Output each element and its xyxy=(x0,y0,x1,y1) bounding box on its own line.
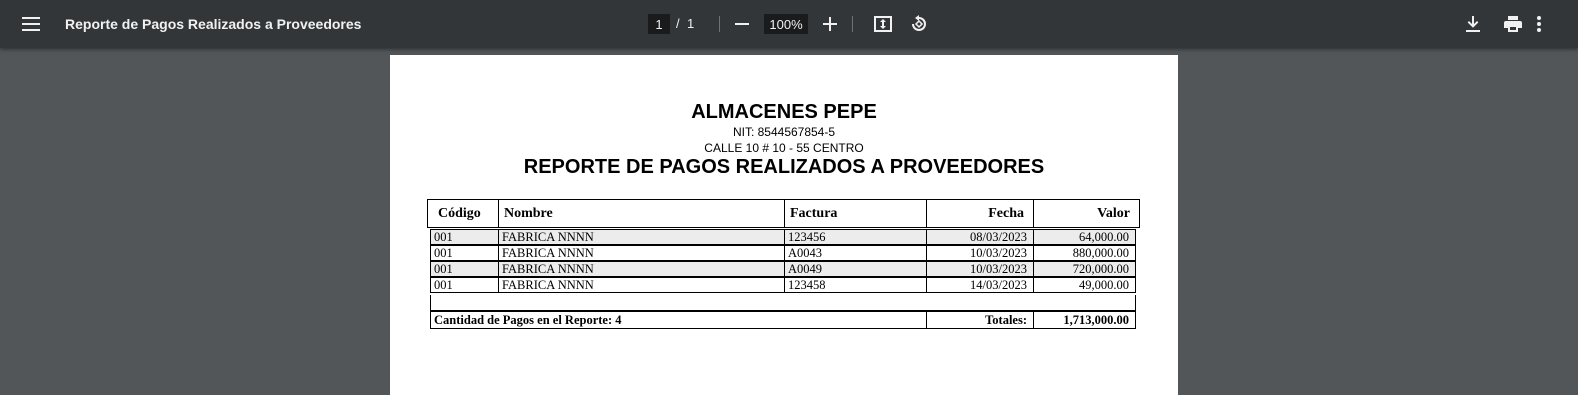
cell-valor: 720,000.00 xyxy=(1072,262,1129,276)
column-divider xyxy=(498,262,499,276)
cell-valor: 64,000.00 xyxy=(1079,230,1129,244)
page-number-input[interactable] xyxy=(648,14,670,34)
column-divider xyxy=(926,200,927,227)
totals-value: 1,713,000.00 xyxy=(1063,313,1129,327)
page-separator: / xyxy=(676,16,680,31)
company-name: ALMACENES PEPE xyxy=(691,101,877,123)
cell-codigo: 001 xyxy=(434,246,453,260)
payments-count-label: Cantidad de Pagos en el Reporte: 4 xyxy=(434,313,622,327)
column-divider xyxy=(1033,200,1034,227)
cell-factura: 123456 xyxy=(788,230,826,244)
totals-label: Totales: xyxy=(985,313,1027,327)
header-factura: Factura xyxy=(790,206,838,221)
cell-codigo: 001 xyxy=(434,278,453,292)
cell-fecha: 14/03/2023 xyxy=(970,278,1027,292)
column-divider xyxy=(926,246,927,260)
column-divider xyxy=(1033,312,1034,328)
cell-nombre: FABRICA NNNN xyxy=(502,230,594,244)
column-divider xyxy=(926,262,927,276)
document-title: Reporte de Pagos Realizados a Proveedore… xyxy=(65,16,362,32)
column-divider xyxy=(1033,230,1034,244)
company-address: CALLE 10 # 10 - 55 CENTRO xyxy=(704,141,864,155)
menu-icon[interactable] xyxy=(15,8,47,40)
zoom-out-icon[interactable] xyxy=(726,8,758,40)
cell-codigo: 001 xyxy=(434,230,453,244)
toolbar-divider xyxy=(719,16,720,32)
cell-fecha: 08/03/2023 xyxy=(970,230,1027,244)
zoom-in-icon[interactable] xyxy=(814,8,846,40)
table-row: 001 FABRICA NNNN A0043 10/03/2023 880,00… xyxy=(430,245,1136,261)
cell-codigo: 001 xyxy=(434,262,453,276)
zoom-level-input[interactable] xyxy=(764,14,808,34)
column-divider xyxy=(1033,246,1034,260)
column-divider xyxy=(926,312,927,328)
column-divider xyxy=(498,200,499,227)
column-divider xyxy=(926,278,927,292)
table-totals-row: Cantidad de Pagos en el Reporte: 4 Total… xyxy=(430,311,1136,329)
column-divider xyxy=(784,200,785,227)
table-header-row: Código Nombre Factura Fecha Valor xyxy=(427,199,1140,228)
header-nombre: Nombre xyxy=(504,206,553,221)
more-options-icon[interactable] xyxy=(1523,8,1555,40)
cell-factura: 123458 xyxy=(788,278,826,292)
cell-factura: A0049 xyxy=(788,262,823,276)
column-divider xyxy=(784,230,785,244)
column-divider xyxy=(1033,262,1034,276)
header-codigo: Código xyxy=(438,206,481,221)
fit-page-icon[interactable] xyxy=(867,8,899,40)
header-fecha: Fecha xyxy=(988,206,1024,221)
table-row: 001 FABRICA NNNN 123458 14/03/2023 49,00… xyxy=(430,277,1136,293)
cell-fecha: 10/03/2023 xyxy=(970,262,1027,276)
table-row: 001 FABRICA NNNN A0049 10/03/2023 720,00… xyxy=(430,261,1136,277)
column-divider xyxy=(926,230,927,244)
cell-valor: 49,000.00 xyxy=(1079,278,1129,292)
pdf-toolbar: Reporte de Pagos Realizados a Proveedore… xyxy=(0,0,1578,48)
report-title: REPORTE DE PAGOS REALIZADOS A PROVEEDORE… xyxy=(523,156,1045,178)
column-divider xyxy=(784,246,785,260)
column-divider xyxy=(1033,278,1034,292)
table-spacer-row xyxy=(430,295,1136,311)
column-divider xyxy=(784,262,785,276)
header-valor: Valor xyxy=(1097,206,1130,221)
cell-valor: 880,000.00 xyxy=(1072,246,1129,260)
cell-fecha: 10/03/2023 xyxy=(970,246,1027,260)
company-nit: NIT: 8544567854-5 xyxy=(732,125,836,139)
total-pages: 1 xyxy=(687,16,695,31)
column-divider xyxy=(498,246,499,260)
table-row: 001 FABRICA NNNN 123456 08/03/2023 64,00… xyxy=(430,229,1136,245)
rotate-icon[interactable] xyxy=(903,8,935,40)
pdf-page: ALMACENES PEPE NIT: 8544567854-5 CALLE 1… xyxy=(390,55,1178,395)
column-divider xyxy=(498,230,499,244)
column-divider xyxy=(498,278,499,292)
cell-nombre: FABRICA NNNN xyxy=(502,278,594,292)
toolbar-divider xyxy=(852,16,853,32)
cell-factura: A0043 xyxy=(788,246,823,260)
cell-nombre: FABRICA NNNN xyxy=(502,246,594,260)
cell-nombre: FABRICA NNNN xyxy=(502,262,594,276)
column-divider xyxy=(784,278,785,292)
download-icon[interactable] xyxy=(1457,8,1489,40)
